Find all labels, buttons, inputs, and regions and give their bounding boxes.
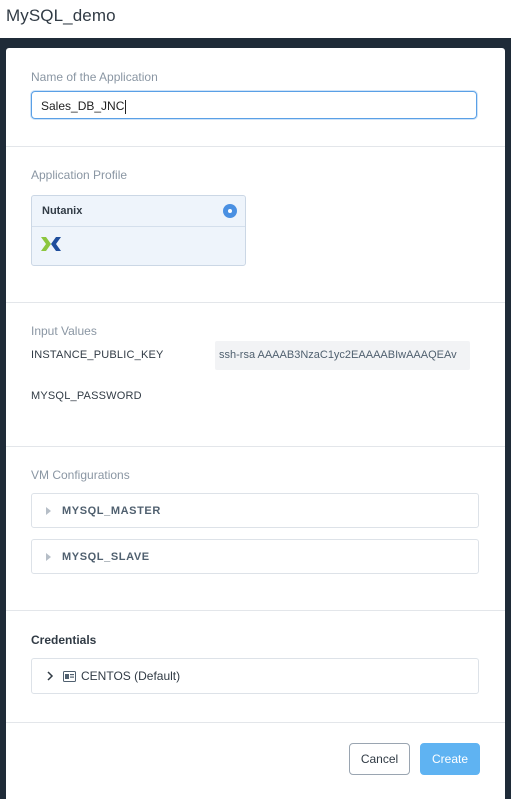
app-name-input[interactable]: Sales_DB_JNC <box>31 91 477 119</box>
text-caret <box>125 99 127 114</box>
divider <box>6 302 505 303</box>
caret-right-icon <box>46 553 51 561</box>
app-name-label: Name of the Application <box>31 70 158 84</box>
divider <box>6 446 505 447</box>
title-bar: MySQL_demo <box>0 0 511 39</box>
input-values-label: Input Values <box>31 324 97 338</box>
credentials-label: Credentials <box>31 633 97 647</box>
profile-card-header: Nutanix <box>32 196 245 227</box>
vm-config-label: VM Configurations <box>31 468 130 482</box>
vm-item-mysql-slave[interactable]: MYSQL_SLAVE <box>31 539 479 574</box>
chevron-right-icon <box>47 671 54 681</box>
profile-card-nutanix[interactable]: Nutanix <box>31 195 246 266</box>
profile-name: Nutanix <box>42 205 83 217</box>
launch-dialog: Name of the Application Sales_DB_JNC App… <box>6 48 505 799</box>
nutanix-logo-icon <box>41 237 61 251</box>
divider <box>6 610 505 611</box>
credential-label: CENTOS (Default) <box>81 669 181 683</box>
instance-public-key-field[interactable]: ssh-rsa AAAAB3NzaC1yc2EAAAABIwAAAQEAv <box>215 341 470 370</box>
profile-radio-selected[interactable] <box>223 204 237 218</box>
create-button[interactable]: Create <box>420 743 480 775</box>
cancel-button[interactable]: Cancel <box>349 743 410 775</box>
instance-public-key-label: INSTANCE_PUBLIC_KEY <box>31 349 164 361</box>
caret-right-icon <box>46 507 51 515</box>
vm-item-mysql-master[interactable]: MYSQL_MASTER <box>31 493 479 528</box>
vm-item-label: MYSQL_SLAVE <box>62 551 150 563</box>
credential-centos[interactable]: CENTOS (Default) <box>31 658 479 694</box>
divider <box>6 146 505 147</box>
divider <box>6 722 505 723</box>
window-title: MySQL_demo <box>6 6 116 25</box>
app-name-value: Sales_DB_JNC <box>41 99 125 113</box>
mysql-password-label: MYSQL_PASSWORD <box>31 390 142 402</box>
credential-card-icon <box>63 671 76 682</box>
vm-item-label: MYSQL_MASTER <box>62 505 161 517</box>
profile-label: Application Profile <box>31 168 128 182</box>
